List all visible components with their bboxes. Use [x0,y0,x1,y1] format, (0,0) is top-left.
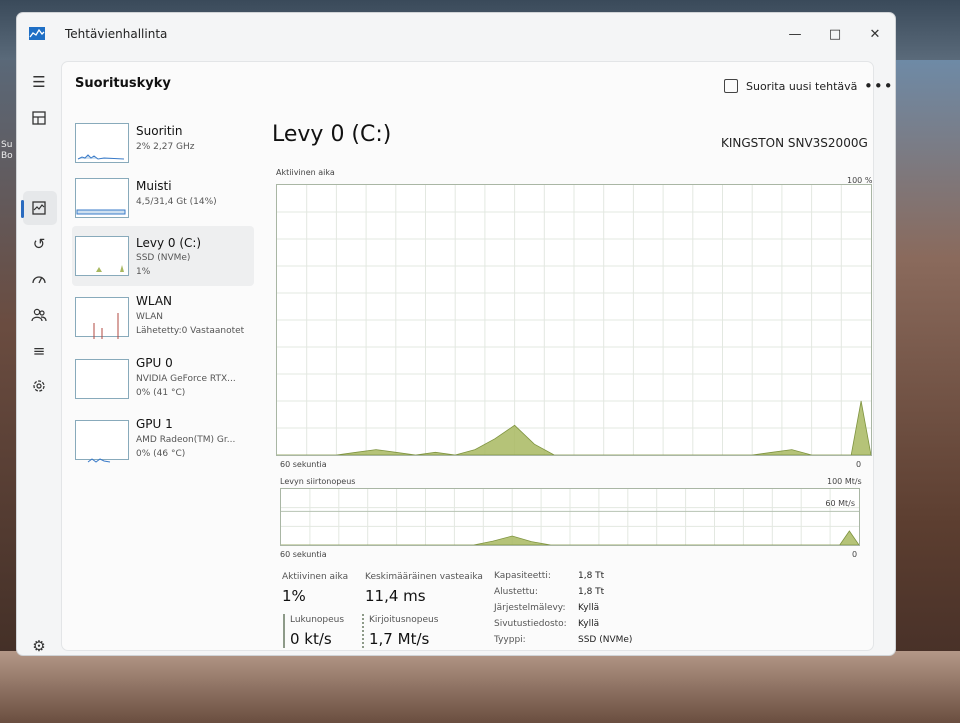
app-history-icon[interactable]: ↺ [28,233,50,255]
property-value: Kyllä [578,619,600,629]
property-value: 1,8 Tt [578,587,605,597]
performance-panel: Suorituskyky Suorita uusi tehtävä ••• Su… [61,61,893,651]
property-label: Kapasiteetti: [494,571,551,581]
hamburger-icon[interactable]: ☰ [28,71,50,93]
chart1-x-right-label: 0 [856,460,862,469]
run-new-task-button[interactable]: Suorita uusi tehtävä [746,80,857,93]
device-subtitle: SSD (NVMe) [136,253,191,263]
write-speed-stat-label: Kirjoitusnopeus [369,615,439,625]
disk-model: KINGSTON SNV3S2000G [721,136,868,150]
property-label: Järjestelmälevy: [494,603,566,613]
device-subtitle: 4,5/31,4 Gt (14%) [136,197,217,207]
users-icon[interactable] [28,304,50,326]
memory-thumbnail-graph [75,178,129,218]
active-time-stat-label: Aktiivinen aika [282,572,349,582]
avg-response-stat-label: Keskimääräinen vasteaika [365,572,483,582]
device-usage: 0% (41 °C) [136,388,186,398]
chart2-x-right-label: 0 [852,550,858,559]
device-name: WLAN [136,294,173,308]
device-subtitle: AMD Radeon(TM) Gr... [136,435,236,445]
transfer-rate-chart-svg [281,489,860,546]
page-title: Suorituskyky [75,76,171,91]
device-item-wlan[interactable]: WLAN WLAN Lähetetty:0 Vastaanotet [72,292,254,352]
device-subtitle: 2% 2,27 GHz [136,142,195,152]
desktop-icon-label[interactable]: Su Bo [1,140,13,162]
device-name: GPU 1 [136,417,173,431]
write-speed-stat-value: 1,7 Mt/s [369,630,430,648]
read-speed-stat-value: 0 kt/s [290,630,332,648]
minimize-button[interactable]: — [781,23,809,47]
chart2-max-label: 100 Mt/s [827,477,862,486]
desktop-text-line-2: Bo [1,151,13,161]
device-item-cpu[interactable]: Suoritin 2% 2,27 GHz [72,120,254,180]
active-time-chart-svg [277,185,872,456]
property-label: Tyyppi: [494,635,526,645]
chart1-label: Aktiivinen aika [276,168,335,177]
property-value: Kyllä [578,603,600,613]
run-new-task-icon [724,79,738,93]
property-label: Alustettu: [494,587,538,597]
read-speed-stat-label: Lukunopeus [290,615,345,625]
task-manager-app-icon [29,27,45,40]
transfer-rate-chart: 60 Mt/s [280,488,860,546]
startup-apps-icon[interactable] [28,268,50,290]
services-icon[interactable] [28,375,50,397]
device-item-gpu-1[interactable]: GPU 1 AMD Radeon(TM) Gr... 0% (46 °C) [72,415,254,475]
device-item-gpu-0[interactable]: GPU 0 NVIDIA GeForce RTX... 0% (41 °C) [72,354,254,414]
active-time-stat-value: 1% [282,587,306,605]
details-icon[interactable]: ≡ [28,340,50,362]
device-usage: 1% [136,267,151,277]
device-name: Suoritin [136,124,183,138]
desktop-background-bottom [0,651,960,723]
cpu-thumbnail-graph [75,123,129,163]
device-subtitle: WLAN [136,312,164,322]
settings-icon[interactable]: ⚙ [28,635,50,655]
more-options-button[interactable]: ••• [864,77,894,95]
avg-response-stat-value: 11,4 ms [365,587,426,605]
device-name: Muisti [136,179,172,193]
chart2-x-left-label: 60 sekuntia [280,550,327,559]
device-name: GPU 0 [136,356,173,370]
window-title: Tehtävienhallinta [65,27,168,41]
write-speed-legend-line [362,614,366,648]
device-name: Levy 0 (C:) [136,236,202,250]
device-subtitle: NVIDIA GeForce RTX... [136,374,236,384]
wlan-thumbnail-graph [75,297,129,339]
title-bar[interactable]: Tehtävienhallinta — □ ✕ [17,13,895,57]
disk-title: Levy 0 (C:) [272,122,392,147]
processes-icon[interactable] [28,107,50,129]
gpu0-thumbnail-graph [75,359,129,399]
read-speed-legend-line [283,614,285,648]
desktop-text-line-1: Su [1,140,13,150]
active-time-chart [276,184,872,456]
close-button[interactable]: ✕ [861,23,889,47]
property-value: 1,8 Tt [578,571,605,581]
maximize-button[interactable]: □ [821,23,849,47]
navigation-bar: ☰ ↺ ≡ ⚙ [17,65,61,655]
gpu1-thumbnail-graph [75,420,129,463]
performance-icon[interactable] [28,197,50,219]
task-manager-window: Tehtävienhallinta — □ ✕ ☰ ↺ ≡ ⚙ Suoritus… [16,12,896,656]
disk-thumbnail-graph [75,236,129,276]
nav-active-indicator [21,200,24,218]
chart2-mid-label: 60 Mt/s [825,499,855,508]
device-item-disk-0[interactable]: Levy 0 (C:) SSD (NVMe) 1% [72,226,254,286]
chart2-label: Levyn siirtonopeus [280,477,356,486]
device-usage: 0% (46 °C) [136,449,186,459]
property-label: Sivutustiedosto: [494,619,567,629]
device-throughput: Lähetetty:0 Vastaanotet [136,326,245,336]
property-value: SSD (NVMe) [578,635,633,645]
chart1-x-left-label: 60 sekuntia [280,460,327,469]
